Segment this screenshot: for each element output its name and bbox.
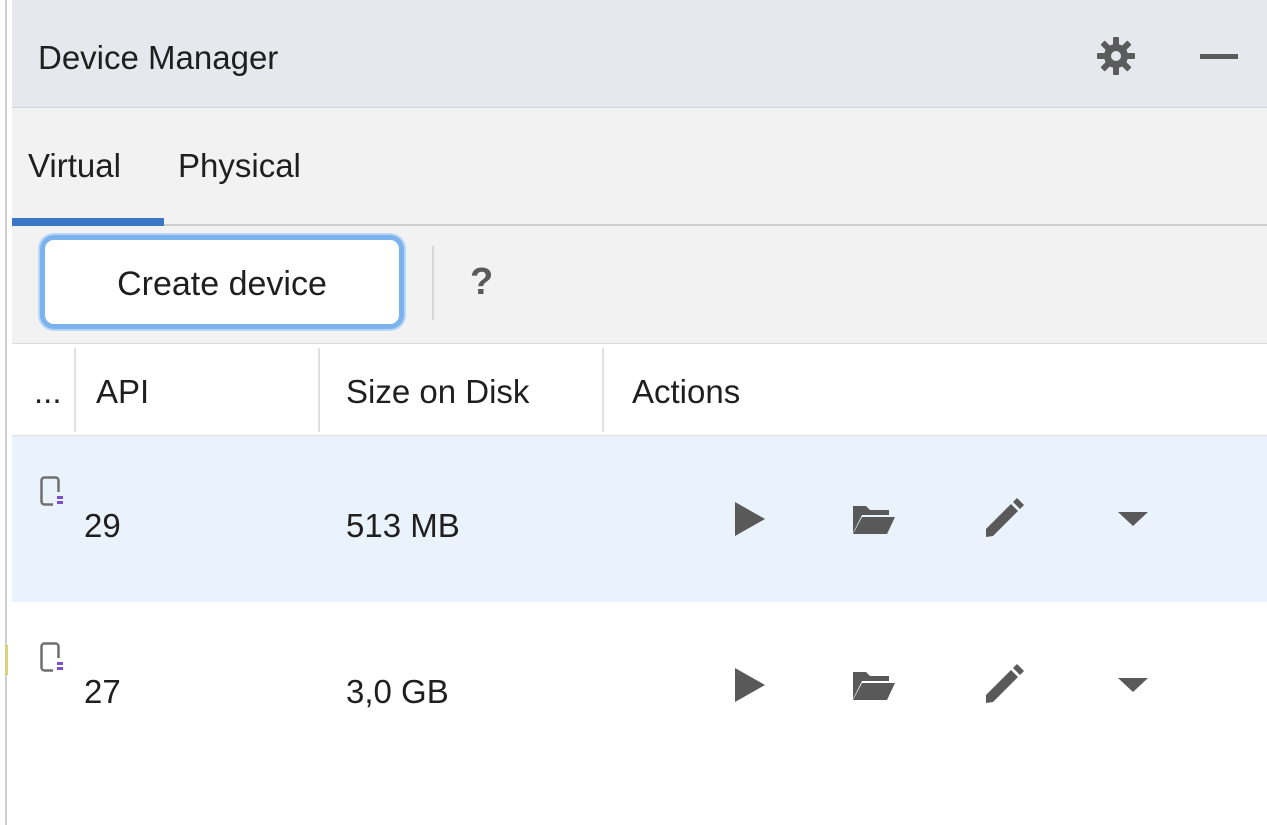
column-divider[interactable] (74, 348, 76, 432)
selected-tab-indicator (12, 218, 164, 226)
table-header: ... API Size on Disk Actions (12, 344, 1267, 436)
virtual-device-icon (40, 642, 66, 674)
column-divider[interactable] (318, 348, 320, 432)
gear-icon[interactable] (1094, 34, 1138, 78)
folder-icon[interactable] (848, 494, 898, 544)
column-header-name[interactable]: ... (34, 372, 62, 412)
device-manager-panel: Device Manager Virtual Physical Create d… (12, 0, 1267, 825)
panel-title: Device Manager (38, 39, 279, 76)
tab-virtual[interactable]: Virtual (28, 146, 121, 186)
play-icon[interactable] (722, 660, 772, 710)
api-level: 29 (84, 507, 121, 544)
dropdown-arrow-icon[interactable] (1108, 660, 1158, 710)
column-divider[interactable] (602, 348, 604, 432)
pencil-icon[interactable] (978, 660, 1028, 710)
dropdown-arrow-icon[interactable] (1108, 494, 1158, 544)
help-button[interactable]: ? (470, 260, 493, 304)
toolbar: Create device ? (12, 226, 1267, 344)
size-on-disk: 3,0 GB (346, 673, 449, 710)
pencil-icon[interactable] (978, 494, 1028, 544)
toolbar-separator (432, 246, 434, 320)
column-header-actions: Actions (632, 373, 741, 410)
minimize-icon[interactable] (1200, 54, 1238, 59)
edge-divider (5, 0, 7, 825)
column-header-api[interactable]: API (96, 372, 149, 412)
tab-physical[interactable]: Physical (178, 146, 301, 186)
api-level: 27 (84, 673, 121, 710)
device-type-tabs: Virtual Physical (12, 108, 1267, 226)
size-on-disk: 513 MB (346, 507, 460, 544)
title-bar: Device Manager (12, 0, 1267, 108)
left-edge-strip (0, 0, 10, 825)
virtual-device-icon (40, 476, 66, 508)
create-device-label: Create device (117, 265, 327, 303)
table-row[interactable]: 29 513 MB (12, 436, 1267, 602)
column-header-size[interactable]: Size on Disk (346, 372, 529, 412)
play-icon[interactable] (722, 494, 772, 544)
folder-icon[interactable] (848, 660, 898, 710)
create-device-button[interactable]: Create device (40, 235, 404, 329)
table-row[interactable]: 27 3,0 GB (12, 602, 1267, 768)
edge-marker (5, 645, 8, 675)
